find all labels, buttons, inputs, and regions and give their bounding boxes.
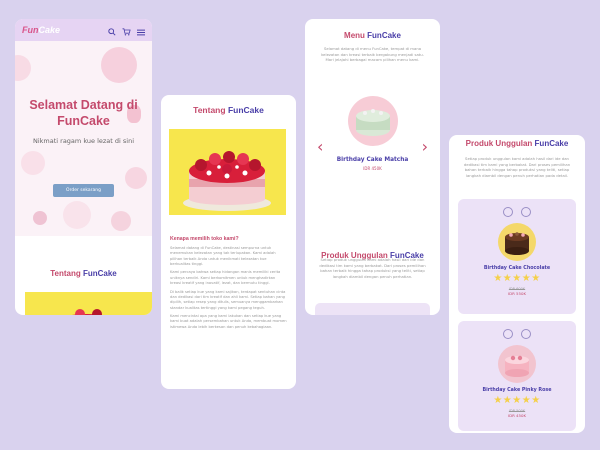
eye-icon[interactable] [521,329,531,339]
featured-intro: Setiap produk unggulan kami adalah hasil… [319,257,426,279]
cart-icon[interactable] [503,207,513,217]
chocolate-cake-image [498,223,536,261]
hero-subtitle: Nikmati ragam kue lezat di sini [32,137,134,145]
about-paragraph: Selamat datang di FunCake, destinasi sem… [170,246,276,267]
hero-section: Selamat Datang di FunCake Nikmati ragam … [15,41,152,236]
hero-title: Selamat Datang di FunCake [29,98,138,129]
about-cake-image [169,129,286,215]
about-title: Tentang FunCake [50,269,117,278]
decor-cookie [111,211,131,231]
search-icon[interactable] [108,21,116,40]
product-card[interactable]: Birthday Cake Pinky Rose ★★★★★ IDR 500K … [458,321,576,431]
chevron-right-icon[interactable]: › [422,137,428,156]
product-price: IDR 450K [507,413,527,418]
decor-macaron [15,55,31,81]
product-price: IDR 550K [507,291,527,296]
product-card[interactable]: Birthday Cake Chocolate ★★★★★ IDR 600K I… [458,199,576,314]
about-title: Tentang FunCake [193,105,264,115]
decor-donut-2 [63,201,91,229]
about-paragraph: Kami mencintai apa yang kami lakukan dan… [170,313,287,329]
menu-icon[interactable] [137,21,145,40]
decor-cupcake [33,211,47,225]
menu-intro: Selamat datang di menu FunCake, tempat d… [321,46,424,62]
pinky-rose-cake-image [498,345,536,383]
product-card[interactable] [315,303,430,315]
product-name: Birthday Cake Pinky Rose [482,388,552,393]
about-paragraph: Di balik setiap kue yang kami sajikan, t… [170,289,286,310]
featured-intro: Setiap produk unggulan kami adalah hasil… [463,156,571,178]
screen-home: FunCake Selamat Datang di FunCake Nikmat… [15,19,152,315]
about-paragraph: Kami percaya bahwa setiap hidangan manis… [170,270,281,286]
about-cake-image [25,292,152,315]
eye-icon[interactable] [521,207,531,217]
matcha-cake-image [348,96,398,146]
rating-stars: ★★★★★ [493,395,541,406]
screen-menu: Menu FunCake Selamat datang di menu FunC… [305,19,440,315]
cart-icon[interactable] [122,21,131,40]
navbar: FunCake [15,19,152,41]
order-now-button[interactable]: Order sekarang [53,184,114,197]
decor-donut [21,151,45,175]
screen-about: Tentang FunCake Kenapa memilih toko kami… [161,95,296,389]
featured-title: Produk Unggulan FunCake [465,139,569,148]
why-choose-heading: Kenapa memilih toko kami? [170,236,239,242]
decor-cake [101,47,137,83]
product-name: Birthday Cake Chocolate [483,266,551,271]
cart-icon[interactable] [503,329,513,339]
menu-title: Menu FunCake [344,31,401,40]
product-name[interactable]: Birthday Cake Matcha [305,157,440,163]
decor-heart [125,167,147,189]
screen-featured: Produk Unggulan FunCake Setiap produk un… [449,135,585,433]
rating-stars: ★★★★★ [493,273,541,284]
chevron-left-icon[interactable]: ‹ [317,137,323,156]
logo[interactable]: FunCake [22,25,60,35]
product-price: IDR 450K [363,166,382,171]
about-paragraphs: Selamat datang di FunCake, destinasi sem… [170,246,287,333]
